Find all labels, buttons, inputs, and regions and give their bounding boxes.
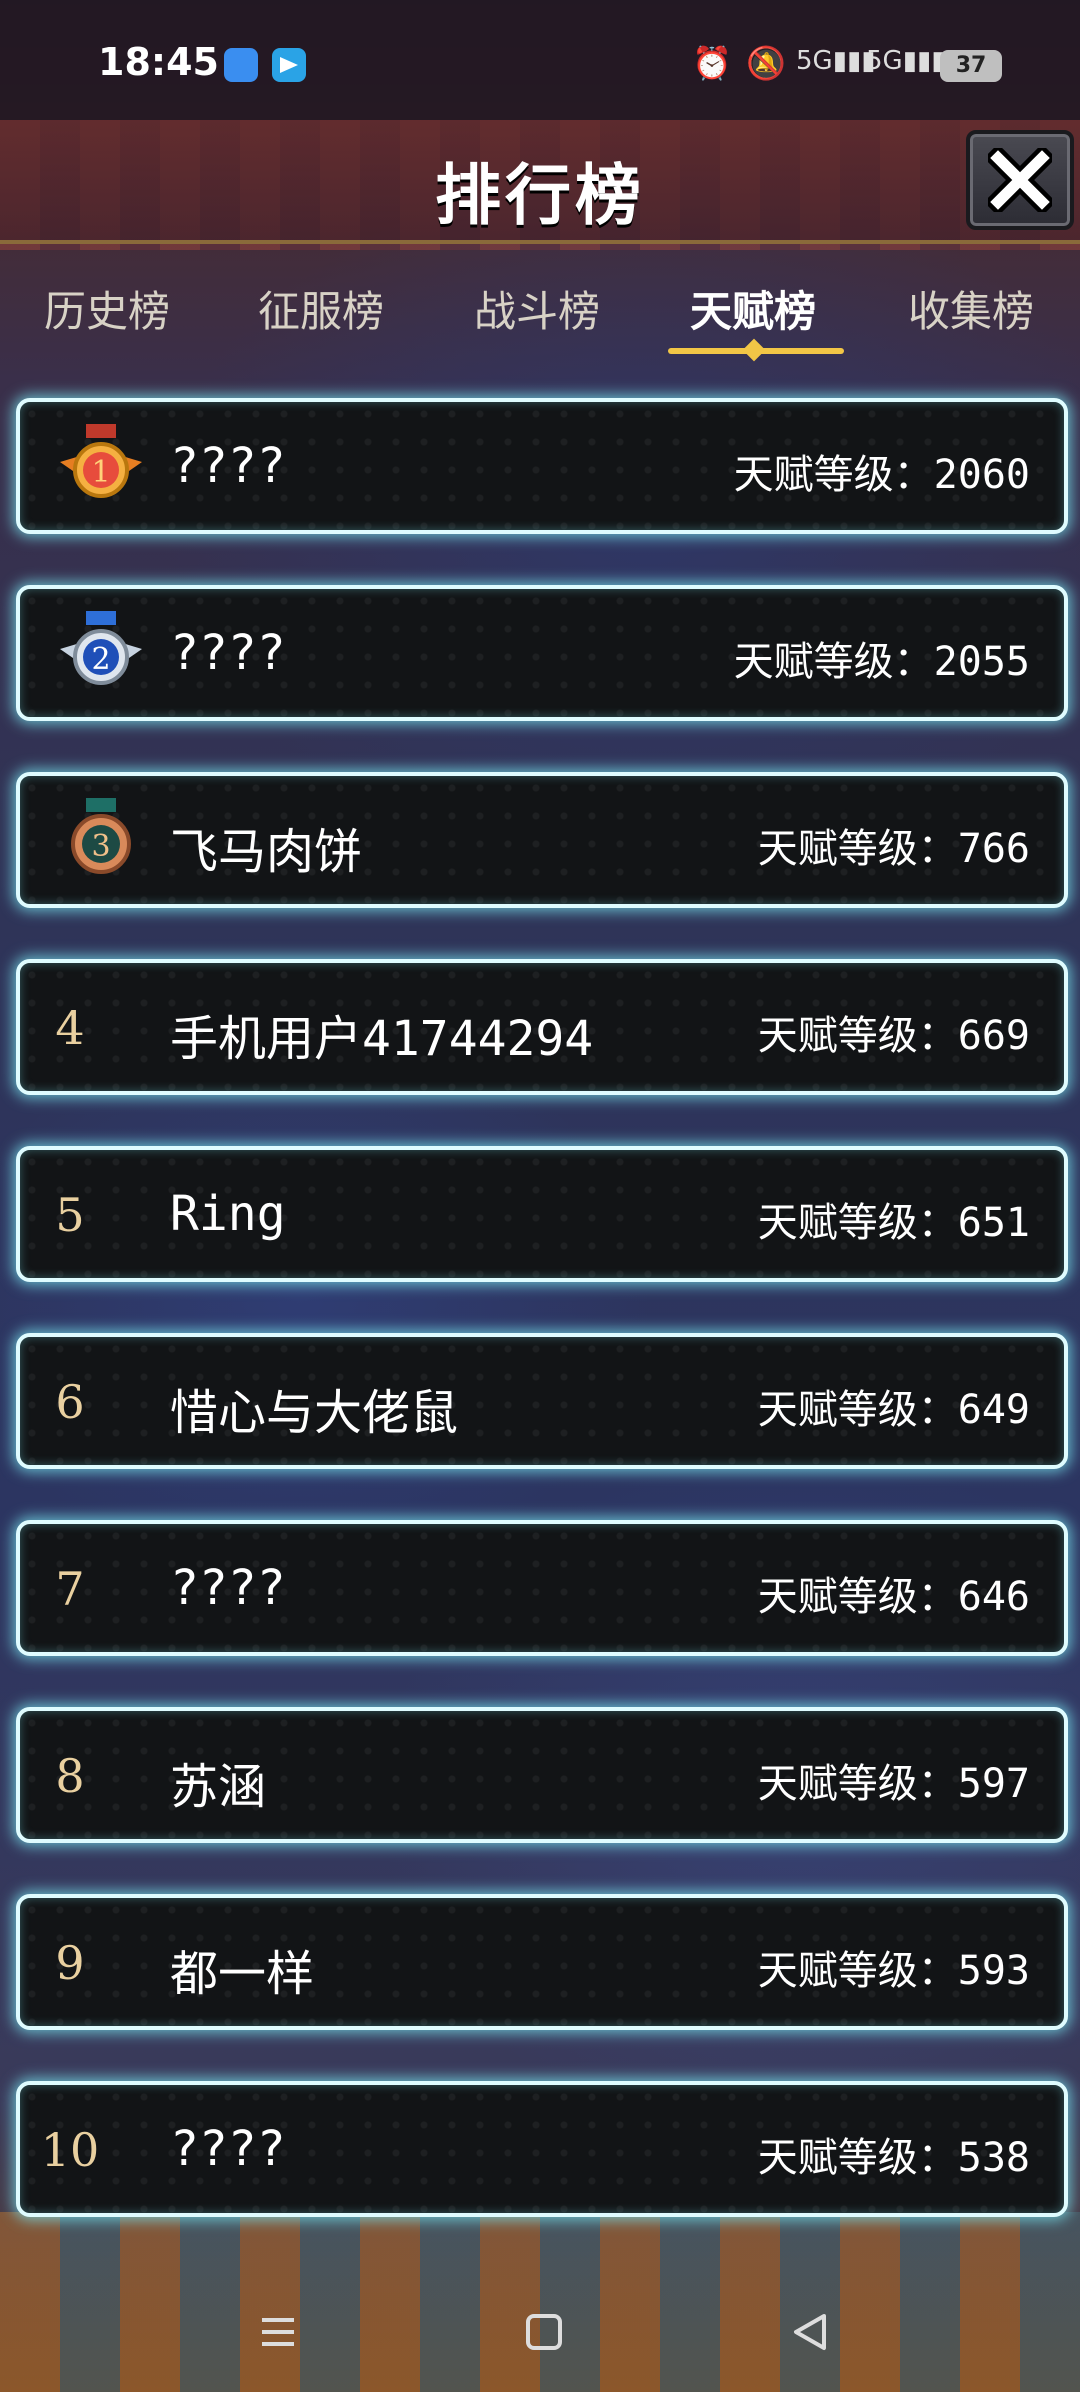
player-score: 天赋等级：669 (757, 1013, 1030, 1059)
status-bar: 18:45 ⏰ 🔕 5G▮▮▮ 5G▮▮▮ 37 (0, 0, 1080, 120)
leaderboard-row[interactable]: 1 ???? 天赋等级：2060 (16, 398, 1068, 534)
bronze-medal-icon: 3 (71, 798, 131, 874)
system-navigation-bar (0, 2282, 1080, 2392)
player-score: 天赋等级：538 (757, 2135, 1030, 2181)
player-score: 天赋等级：2055 (733, 639, 1030, 685)
player-name: ???? (170, 2121, 286, 2177)
rank-number: 9 (55, 1936, 85, 1990)
rank-number: 8 (55, 1749, 85, 1803)
leaderboard-row[interactable]: 7 ???? 天赋等级：646 (16, 1520, 1068, 1656)
rank-number: 5 (55, 1188, 85, 1242)
page-header: 排行榜 (0, 120, 1080, 244)
tab-battle[interactable]: 战斗榜 (474, 278, 600, 339)
player-name: 都一样 (170, 1946, 315, 2002)
leaderboard-row[interactable]: 6 惜心与大佬鼠 天赋等级：649 (16, 1333, 1068, 1469)
player-name: ???? (170, 1560, 286, 1616)
player-name: 惜心与大佬鼠 (170, 1385, 459, 1441)
page-title: 排行榜 (435, 157, 645, 234)
leaderboard-row[interactable]: 4 手机用户41744294 天赋等级：669 (16, 959, 1068, 1095)
svg-text:1: 1 (91, 455, 110, 490)
rank-number: 7 (55, 1562, 85, 1616)
tab-talent[interactable]: 天赋榜 (690, 278, 816, 339)
leaderboard-row[interactable]: 5 Ring 天赋等级：651 (16, 1146, 1068, 1282)
leaderboard-row[interactable]: 2 ???? 天赋等级：2055 (16, 585, 1068, 721)
player-name: 手机用户41744294 (170, 1011, 594, 1067)
tab-history[interactable]: 历史榜 (44, 278, 170, 339)
svg-text:2: 2 (91, 642, 110, 677)
rank-number: 4 (55, 1001, 85, 1055)
menu-icon[interactable] (258, 2312, 298, 2352)
leaderboard-tabs: 历史榜 征服榜 战斗榜 天赋榜 收集榜 (0, 268, 1080, 378)
player-score: 天赋等级：651 (757, 1200, 1030, 1246)
player-score: 天赋等级：593 (757, 1948, 1030, 1994)
player-name: ???? (170, 625, 286, 681)
player-score: 天赋等级：597 (757, 1761, 1030, 1807)
tab-collection[interactable]: 收集榜 (908, 278, 1034, 339)
svg-text:3: 3 (91, 829, 110, 864)
signal-5g-icon: 5G▮▮▮ (796, 46, 876, 76)
leaderboard-row[interactable]: 3 飞马肉饼 天赋等级：766 (16, 772, 1068, 908)
home-icon[interactable] (524, 2312, 564, 2352)
leaderboard-row[interactable]: 10 ???? 天赋等级：538 (16, 2081, 1068, 2217)
tab-conquest[interactable]: 征服榜 (258, 278, 384, 339)
battery-icon: 37 (940, 50, 1002, 82)
rank-number: 6 (55, 1375, 85, 1429)
close-icon (988, 148, 1052, 212)
alarm-icon: ⏰ (692, 44, 732, 82)
player-name: ???? (170, 438, 286, 494)
player-score: 天赋等级：646 (757, 1574, 1030, 1620)
rank-number: 10 (40, 2123, 100, 2177)
app-notification-icon (224, 48, 258, 82)
player-score: 天赋等级：766 (757, 826, 1030, 872)
active-tab-diamond (742, 338, 766, 362)
player-name: 飞马肉饼 (170, 824, 363, 880)
leaderboard-row[interactable]: 8 苏涵 天赋等级：597 (16, 1707, 1068, 1843)
telegram-icon (272, 48, 306, 82)
back-icon[interactable] (790, 2312, 830, 2352)
silver-medal-icon: 2 (60, 611, 142, 685)
player-name: 苏涵 (170, 1759, 267, 1815)
player-score: 天赋等级：649 (757, 1387, 1030, 1433)
mute-icon: 🔕 (746, 44, 786, 82)
close-button[interactable] (966, 130, 1074, 230)
player-name: Ring (170, 1186, 286, 1242)
gold-medal-icon: 1 (60, 424, 142, 498)
leaderboard-row[interactable]: 9 都一样 天赋等级：593 (16, 1894, 1068, 2030)
player-score: 天赋等级：2060 (733, 452, 1030, 498)
signal-5g-icon: 5G▮▮▮ (866, 46, 946, 76)
status-time: 18:45 (98, 40, 219, 84)
